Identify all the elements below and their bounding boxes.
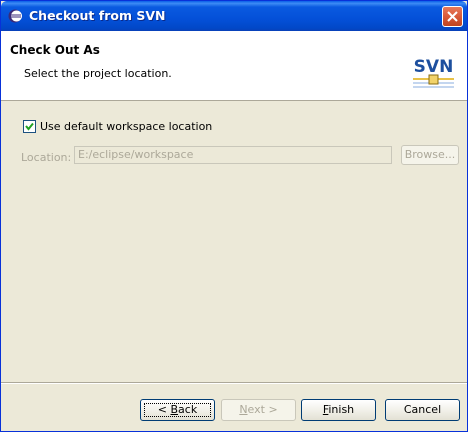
- page-title: Check Out As: [10, 43, 100, 57]
- svn-logo: SVN: [411, 52, 456, 94]
- back-button[interactable]: < Back: [140, 399, 215, 421]
- use-default-workspace-checkbox[interactable]: [23, 120, 36, 133]
- wizard-header: Check Out As Select the project location…: [1, 31, 467, 101]
- wizard-body: Use default workspace location Location:…: [1, 101, 467, 379]
- title-bar[interactable]: Checkout from SVN: [1, 1, 467, 31]
- cancel-button[interactable]: Cancel: [385, 399, 460, 421]
- close-button[interactable]: [442, 6, 463, 27]
- back-label-prefix: <: [157, 403, 171, 416]
- next-button[interactable]: Next >: [221, 399, 296, 421]
- finish-label-rest: inish: [328, 403, 355, 416]
- dialog-window: Checkout from SVN Check Out As Select th…: [0, 0, 468, 432]
- browse-button[interactable]: Browse...: [401, 145, 459, 165]
- use-default-workspace-label[interactable]: Use default workspace location: [40, 120, 212, 133]
- checkmark-icon: [25, 122, 34, 131]
- page-description: Select the project location.: [24, 67, 172, 80]
- window-title: Checkout from SVN: [29, 8, 166, 23]
- eclipse-icon: [8, 9, 22, 23]
- footer-separator: [1, 382, 467, 384]
- location-input[interactable]: E:/eclipse/workspace: [74, 146, 392, 164]
- svn-logo-text: SVN: [414, 57, 454, 77]
- location-label: Location:: [21, 151, 72, 164]
- finish-button[interactable]: Finish: [301, 399, 376, 421]
- next-label-mnemonic: N: [239, 403, 248, 416]
- close-icon: [447, 11, 458, 22]
- back-label-mnemonic: B: [170, 403, 179, 416]
- back-label-rest: ack: [178, 403, 198, 416]
- next-label-rest: ext >: [247, 403, 278, 416]
